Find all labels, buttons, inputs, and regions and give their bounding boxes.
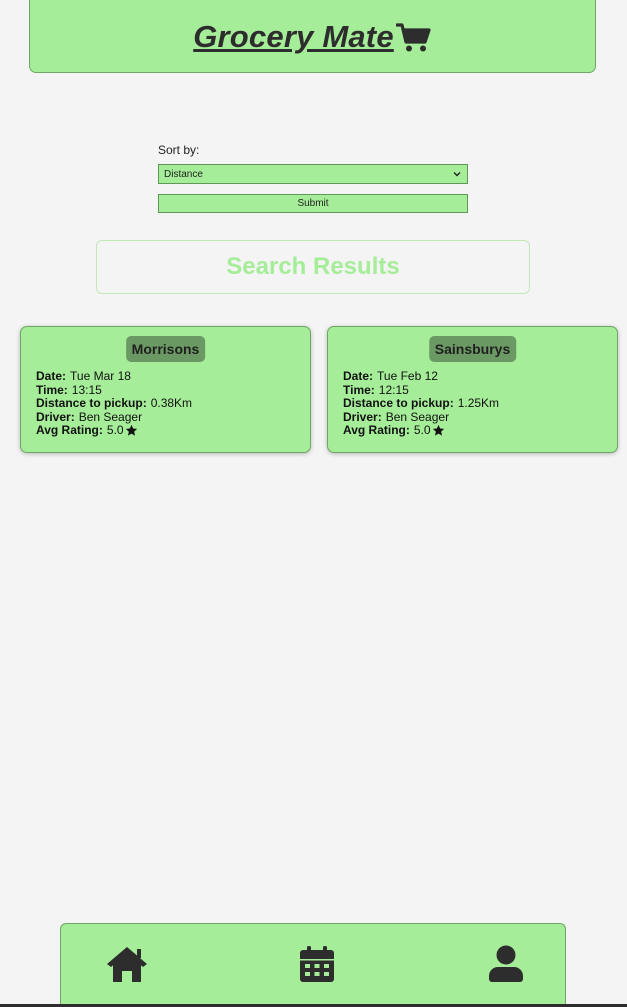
distance-value: 1.25Km: [457, 396, 500, 410]
date-row: Date: Tue Feb 12: [343, 369, 499, 384]
time-row: Time: 13:15: [36, 382, 192, 398]
rating-row: Avg Rating: 5.0: [36, 423, 192, 438]
date-value: Tue Feb 12: [377, 369, 438, 383]
calendar-icon: [300, 946, 334, 982]
rating-value: 5.0: [413, 423, 431, 437]
star-icon: [432, 425, 444, 436]
submit-button[interactable]: Submit: [158, 194, 468, 213]
distance-label: Distance to pickup:: [343, 396, 454, 410]
date-label: Date:: [36, 369, 67, 383]
brand[interactable]: Grocery Mate: [193, 19, 432, 55]
distance-value: 0.38Km: [150, 396, 193, 410]
sort-select[interactable]: Distance: [158, 164, 468, 184]
driver-value: Ben Seager: [385, 409, 450, 424]
search-results-heading: Search Results: [96, 240, 530, 294]
chevron-down-icon: [453, 172, 461, 177]
result-card[interactable]: Sainsburys Date: Tue Feb 12 Time: 12:15 Di…: [327, 326, 618, 453]
result-card[interactable]: Morrisons Date: Tue Mar 18 Time: 13:15 Dis…: [20, 326, 311, 453]
store-name-badge: Morrisons: [125, 336, 206, 362]
driver-row: Driver: Ben Seager: [343, 409, 499, 425]
distance-row: Distance to pickup: 0.38Km: [36, 396, 193, 411]
card-details: Date: Tue Mar 18 Time: 13:15 Distance to p…: [36, 369, 193, 438]
rating-label: Avg Rating:: [343, 423, 410, 437]
user-icon: [489, 945, 523, 982]
rating-row: Avg Rating: 5.0: [343, 423, 499, 438]
date-row: Date: Tue Mar 18: [36, 369, 192, 384]
date-value: Tue Mar 18: [70, 369, 131, 383]
app-header: Grocery Mate: [29, 0, 596, 73]
driver-label: Driver:: [36, 409, 75, 424]
driver-label: Driver:: [343, 409, 382, 424]
distance-label: Distance to pickup:: [36, 396, 147, 410]
time-row: Time: 12:15: [343, 382, 499, 398]
time-label: Time:: [343, 382, 375, 397]
app-title[interactable]: Grocery Mate: [193, 19, 394, 55]
time-value: 13:15: [71, 382, 102, 397]
time-value: 12:15: [378, 382, 409, 397]
time-label: Time:: [36, 382, 68, 397]
sort-form: Sort by: Distance Submit: [158, 143, 468, 213]
distance-row: Distance to pickup: 1.25Km: [343, 396, 500, 411]
shopping-cart-icon: [395, 22, 431, 51]
nav-profile-button[interactable]: [484, 944, 528, 984]
sort-select-value: Distance: [164, 168, 203, 180]
star-icon: [125, 425, 137, 436]
store-name-badge: Sainsburys: [428, 336, 517, 362]
card-details: Date: Tue Feb 12 Time: 12:15 Distance to p…: [343, 369, 500, 438]
rating-label: Avg Rating:: [36, 423, 103, 437]
nav-home-button[interactable]: [105, 944, 149, 984]
driver-row: Driver: Ben Seager: [36, 409, 192, 425]
sort-label: Sort by:: [158, 143, 200, 157]
driver-value: Ben Seager: [78, 409, 143, 424]
rating-value: 5.0: [106, 423, 124, 437]
home-icon: [107, 947, 147, 982]
date-label: Date:: [343, 369, 374, 383]
nav-calendar-button[interactable]: [295, 944, 339, 984]
bottom-nav: [60, 923, 566, 1007]
